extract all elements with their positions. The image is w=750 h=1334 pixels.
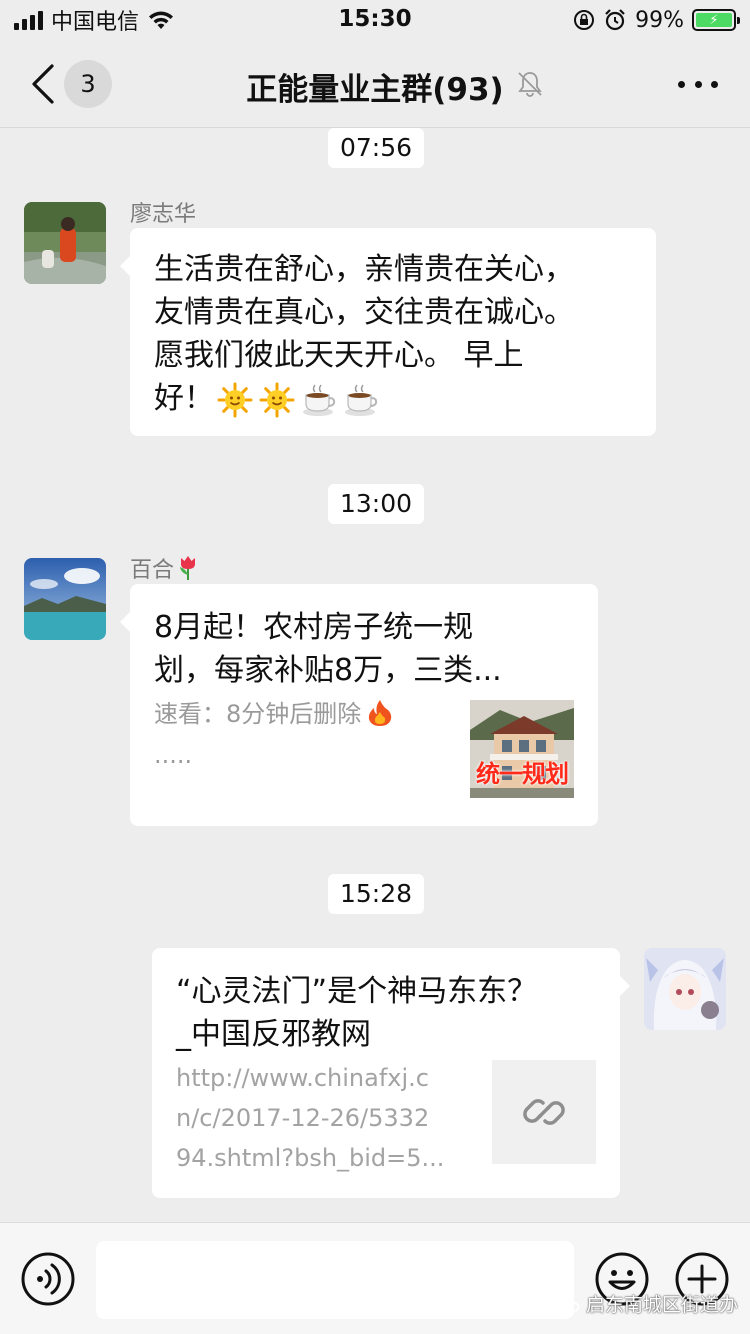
link-url-line: n/c/2017-12-26/5332: [176, 1104, 430, 1132]
message-text: 生活贵在舒心，亲情贵在关心， 友情贵在真心，交往贵在诚心。 愿我们彼此天天开心。…: [154, 248, 632, 420]
link-thumbnail: [492, 1060, 596, 1164]
message-input[interactable]: [96, 1241, 574, 1319]
more-options-button[interactable]: [678, 72, 718, 96]
sun-emoji-icon: [259, 382, 295, 417]
dot-icon: [678, 80, 685, 88]
battery-icon: ⚡: [692, 9, 740, 31]
link-title: “心灵法门”是个神马东东？ _中国反邪教网: [176, 970, 606, 1056]
message-line: 生活贵在舒心，亲情贵在关心，: [154, 252, 574, 287]
link-chain-icon: [523, 1099, 565, 1125]
status-right: 99% ⚡: [573, 6, 740, 34]
sender-name: 廖志华: [130, 202, 197, 227]
article-desc-line: 速看：8分钟后删除: [154, 700, 362, 728]
avatar-photo: [24, 558, 106, 640]
message-timestamp: 15:28: [328, 874, 425, 914]
mute-bell-icon: [518, 72, 542, 97]
avatar[interactable]: [24, 558, 106, 640]
thumbnail-caption: 统一规划: [476, 760, 569, 788]
message-line: 好！: [154, 381, 214, 416]
status-bar: 中国电信 15:30 99% ⚡: [0, 0, 750, 40]
link-url: http://www.chinafxj.c n/c/2017-12-26/533…: [176, 1058, 476, 1178]
article-description: 速看：8分钟后删除 .....: [154, 694, 454, 776]
link-title-line: _中国反邪教网: [176, 1017, 371, 1052]
message-line-with-emoji: 好！: [154, 377, 632, 420]
message-timestamp: 13:00: [328, 484, 425, 524]
article-card[interactable]: 8月起！农村房子统一规 划，每家补贴8万，三类... 速看：8分钟后删除 ...…: [120, 584, 598, 826]
my-avatar[interactable]: [644, 948, 726, 1030]
article-title-line: 划，每家补贴8万，三类...: [154, 653, 502, 688]
avatar[interactable]: [24, 202, 106, 284]
coffee-emoji-icon: [303, 384, 336, 416]
sender-name: 百合: [130, 558, 175, 583]
watermark: 启东南城区街道办: [556, 1290, 738, 1317]
sun-emoji-icon: [217, 382, 253, 417]
link-url-line: 94.shtml?bsh_bid=5...: [176, 1144, 445, 1172]
article-desc-line: .....: [154, 741, 193, 769]
input-toolbar: [0, 1222, 750, 1334]
link-title-line: “心灵法门”是个神马东东？: [176, 974, 538, 1009]
chat-title: 正能量业主群(93): [246, 72, 504, 108]
avatar-photo: [24, 202, 106, 284]
link-card[interactable]: “心灵法门”是个神马东东？ _中国反邪教网 http://www.chinafx…: [152, 948, 630, 1198]
orientation-lock-icon: [574, 10, 595, 30]
coffee-emoji-icon: [345, 384, 378, 416]
article-title: 8月起！农村房子统一规 划，每家补贴8万，三类...: [154, 606, 574, 692]
chat-header: 3 正能量业主群(93): [0, 40, 750, 128]
tulip-emoji-icon: [180, 556, 196, 580]
message-bubble[interactable]: 生活贵在舒心，亲情贵在关心， 友情贵在真心，交往贵在诚心。 愿我们彼此天天开心。…: [120, 228, 656, 436]
fire-emoji-icon: [369, 700, 392, 726]
watermark-text: 启东南城区街道办: [586, 1294, 739, 1316]
link-url-line: http://www.chinafxj.c: [176, 1064, 429, 1092]
wechat-logo-icon: [556, 1294, 580, 1313]
message-line: 友情贵在真心，交往贵在诚心。: [154, 295, 574, 330]
charging-bolt-icon: ⚡: [696, 13, 732, 27]
dot-icon: [711, 80, 718, 88]
battery-percent: 99%: [635, 7, 684, 33]
anime-avatar-image: [644, 948, 726, 1030]
message-timestamp: 07:56: [328, 128, 425, 168]
article-title-line: 8月起！农村房子统一规: [154, 610, 474, 645]
message-line: 愿我们彼此天天开心。 早上: [154, 338, 524, 373]
alarm-clock-icon: [605, 9, 625, 31]
article-desc-line-with-emoji: 速看：8分钟后删除: [154, 694, 454, 735]
article-thumbnail: 统一规划: [470, 700, 574, 798]
voice-input-icon[interactable]: [20, 1251, 76, 1307]
dot-icon: [694, 80, 702, 88]
sender-name-row: 百合: [130, 552, 200, 584]
